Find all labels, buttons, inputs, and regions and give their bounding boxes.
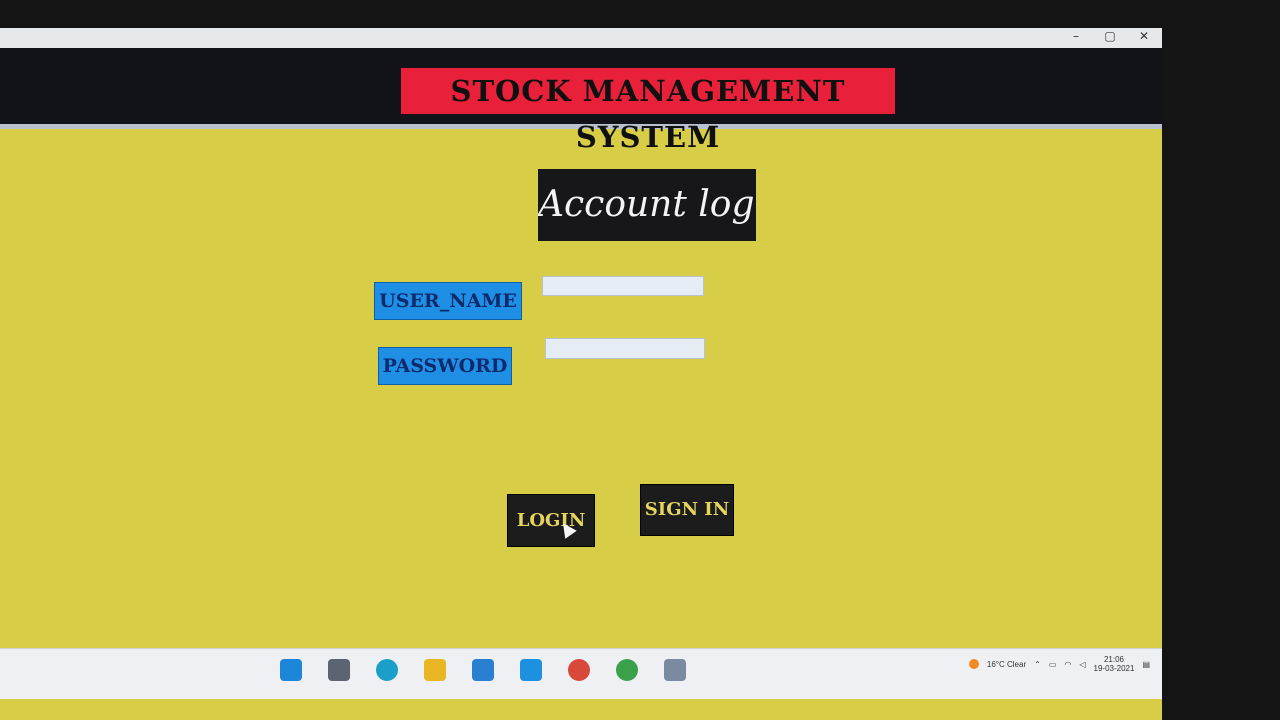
clock-time: 21:06 [1103,655,1124,664]
window-controls: – ▢ ✕ [1068,29,1152,43]
system-tray: 16°C Clear ⌃ ▭ ◠ ◁ 21:06 19-03-2021 ▤ [968,655,1150,673]
clock[interactable]: 21:06 19-03-2021 [1094,655,1135,673]
app-title: STOCK MANAGEMENT SYSTEM [401,68,895,154]
taskbar: 16°C Clear ⌃ ▭ ◠ ◁ 21:06 19-03-2021 ▤ [0,648,1162,699]
mail-icon[interactable] [520,659,542,681]
weather-icon [968,659,979,669]
chrome-icon[interactable] [568,659,590,681]
username-label: USER_NAME [374,282,522,320]
weather-text[interactable]: 16°C Clear [987,660,1026,669]
wifi-icon[interactable]: ◠ [1064,660,1071,669]
edge-icon[interactable] [376,659,398,681]
account-login-heading: Account login [538,169,756,241]
password-label: PASSWORD [378,347,512,385]
username-input[interactable] [542,276,704,296]
chevron-up-icon[interactable]: ⌃ [1034,660,1041,669]
close-button[interactable]: ✕ [1136,29,1152,43]
notes-icon[interactable] [664,659,686,681]
password-input[interactable] [545,338,705,359]
minimize-button[interactable]: – [1068,29,1084,43]
battery-icon[interactable]: ▭ [1049,660,1057,669]
login-button[interactable]: LOGIN [507,494,595,547]
task-view-icon[interactable] [328,659,350,681]
clock-date: 19-03-2021 [1093,664,1135,673]
header-band: STOCK MANAGEMENT SYSTEM [0,48,1162,154]
sign-in-button[interactable]: SIGN IN [640,484,734,536]
taskbar-icons [280,659,686,681]
notifications-icon[interactable]: ▤ [1142,660,1150,669]
store-icon[interactable] [472,659,494,681]
maximize-button[interactable]: ▢ [1102,29,1118,43]
start-icon[interactable] [280,659,302,681]
volume-icon[interactable]: ◁ [1079,660,1085,669]
window-titlebar: – ▢ ✕ [0,28,1162,49]
app-icon[interactable] [616,659,638,681]
app-screen: – ▢ ✕ STOCK MANAGEMENT SYSTEM Account lo… [0,28,1162,720]
file-explorer-icon[interactable] [424,659,446,681]
